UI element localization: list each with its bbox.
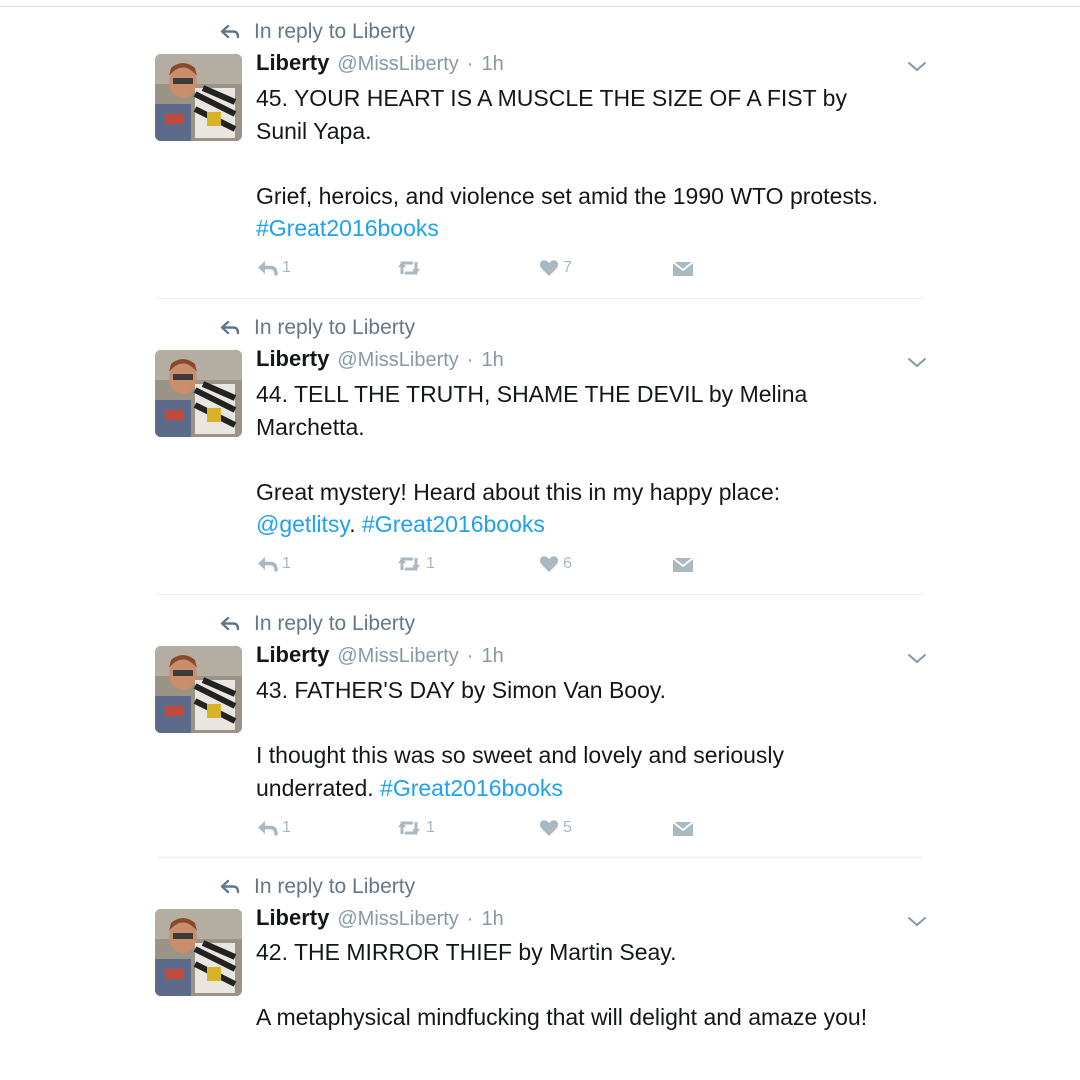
separator-dot: · bbox=[466, 349, 474, 371]
tweet-header: Liberty @MissLiberty · 1h bbox=[256, 642, 504, 672]
tweet[interactable]: In reply to Liberty Liberty @MissLiberty… bbox=[0, 0, 1080, 300]
tweet-header: Liberty @MissLiberty · 1h bbox=[256, 50, 504, 80]
reply-button[interactable]: 1 bbox=[256, 555, 291, 573]
reply-context-label: In reply to Liberty bbox=[254, 612, 416, 635]
tweet[interactable]: In reply to Liberty Liberty @MissLiberty… bbox=[0, 856, 1080, 1080]
tweet-text-main: 42. THE MIRROR THIEF by Martin Seay. A m… bbox=[256, 939, 868, 1030]
reply-context-label: In reply to Liberty bbox=[254, 316, 416, 339]
envelope-icon bbox=[672, 261, 694, 276]
envelope-icon bbox=[672, 557, 694, 572]
reply-context-label: In reply to Liberty bbox=[254, 20, 416, 43]
retweet-count: 1 bbox=[426, 819, 435, 836]
avatar[interactable] bbox=[155, 54, 242, 141]
user-handle[interactable]: @MissLiberty bbox=[337, 645, 458, 668]
like-button[interactable]: 6 bbox=[539, 555, 572, 573]
display-name[interactable]: Liberty bbox=[256, 50, 329, 76]
tweet-text: 45. YOUR HEART IS A MUSCLE THE SIZE OF A… bbox=[256, 82, 896, 245]
timestamp[interactable]: 1h bbox=[481, 349, 503, 372]
reply-context-label: In reply to Liberty bbox=[254, 875, 416, 898]
avatar[interactable] bbox=[155, 909, 242, 996]
chevron-down-icon[interactable] bbox=[906, 915, 928, 929]
reply-arrow-icon bbox=[220, 616, 240, 631]
timestamp[interactable]: 1h bbox=[481, 908, 503, 931]
envelope-icon bbox=[672, 821, 694, 836]
separator-dot: · bbox=[466, 53, 474, 75]
like-button[interactable]: 5 bbox=[539, 819, 572, 837]
tweet-header: Liberty @MissLiberty · 1h bbox=[256, 346, 504, 376]
tweet-text-main: 45. YOUR HEART IS A MUSCLE THE SIZE OF A… bbox=[256, 85, 879, 209]
tweet-text-main: 44. TELL THE TRUTH, SHAME THE DEVIL by M… bbox=[256, 381, 808, 505]
chevron-down-icon[interactable] bbox=[906, 60, 928, 74]
reply-icon bbox=[258, 261, 278, 276]
reply-arrow-icon bbox=[220, 320, 240, 335]
avatar-photo bbox=[155, 909, 242, 996]
direct-message-button[interactable] bbox=[672, 555, 694, 573]
reply-count: 1 bbox=[282, 259, 291, 276]
hashtag-link[interactable]: #Great2016books bbox=[380, 775, 563, 801]
retweet-count: 1 bbox=[426, 555, 435, 572]
chevron-down-icon[interactable] bbox=[906, 356, 928, 370]
display-name[interactable]: Liberty bbox=[256, 642, 329, 668]
reply-arrow-icon bbox=[220, 24, 240, 39]
mention-link[interactable]: @getlitsy bbox=[256, 511, 349, 537]
tweet-text: 42. THE MIRROR THIEF by Martin Seay. A m… bbox=[256, 936, 896, 1034]
reply-count: 1 bbox=[282, 819, 291, 836]
like-count: 6 bbox=[563, 555, 572, 572]
heart-icon bbox=[539, 556, 559, 572]
reply-count: 1 bbox=[282, 555, 291, 572]
timestamp[interactable]: 1h bbox=[481, 645, 503, 668]
direct-message-button[interactable] bbox=[672, 259, 694, 277]
reply-context[interactable]: In reply to Liberty bbox=[220, 313, 415, 343]
display-name[interactable]: Liberty bbox=[256, 905, 329, 931]
heart-icon bbox=[539, 820, 559, 836]
avatar[interactable] bbox=[155, 646, 242, 733]
reply-arrow-icon bbox=[220, 879, 240, 894]
retweet-button[interactable] bbox=[396, 259, 426, 277]
reply-button[interactable]: 1 bbox=[256, 259, 291, 277]
like-count: 7 bbox=[563, 259, 572, 276]
separator-dot: · bbox=[466, 908, 474, 930]
reply-button[interactable]: 1 bbox=[256, 819, 291, 837]
hashtag-link[interactable]: #Great2016books bbox=[256, 215, 439, 241]
reply-icon bbox=[258, 821, 278, 836]
reply-context[interactable]: In reply to Liberty bbox=[220, 609, 415, 639]
tweet-header: Liberty @MissLiberty · 1h bbox=[256, 905, 504, 935]
reply-context[interactable]: In reply to Liberty bbox=[220, 17, 415, 47]
chevron-down-icon[interactable] bbox=[906, 652, 928, 666]
user-handle[interactable]: @MissLiberty bbox=[337, 349, 458, 372]
user-handle[interactable]: @MissLiberty bbox=[337, 908, 458, 931]
retweet-icon bbox=[398, 821, 420, 835]
like-count: 5 bbox=[563, 819, 572, 836]
tweet-text: 43. FATHER'S DAY by Simon Van Booy. I th… bbox=[256, 674, 896, 804]
retweet-button[interactable]: 1 bbox=[396, 819, 435, 837]
tweet[interactable]: In reply to Liberty Liberty @MissLiberty… bbox=[0, 592, 1080, 858]
separator-dot: · bbox=[466, 645, 474, 667]
reply-context[interactable]: In reply to Liberty bbox=[220, 872, 415, 902]
reply-icon bbox=[258, 557, 278, 572]
retweet-icon bbox=[398, 557, 420, 571]
tweet-text-mid: . bbox=[349, 511, 363, 537]
avatar[interactable] bbox=[155, 350, 242, 437]
hashtag-link[interactable]: #Great2016books bbox=[362, 511, 545, 537]
display-name[interactable]: Liberty bbox=[256, 346, 329, 372]
retweet-icon bbox=[398, 261, 420, 275]
avatar-photo bbox=[155, 350, 242, 437]
heart-icon bbox=[539, 260, 559, 276]
avatar-photo bbox=[155, 646, 242, 733]
direct-message-button[interactable] bbox=[672, 819, 694, 837]
user-handle[interactable]: @MissLiberty bbox=[337, 53, 458, 76]
timestamp[interactable]: 1h bbox=[481, 53, 503, 76]
avatar-photo bbox=[155, 54, 242, 141]
tweet-text: 44. TELL THE TRUTH, SHAME THE DEVIL by M… bbox=[256, 378, 896, 541]
retweet-button[interactable]: 1 bbox=[396, 555, 435, 573]
like-button[interactable]: 7 bbox=[539, 259, 572, 277]
tweet[interactable]: In reply to Liberty Liberty @MissLiberty… bbox=[0, 296, 1080, 596]
